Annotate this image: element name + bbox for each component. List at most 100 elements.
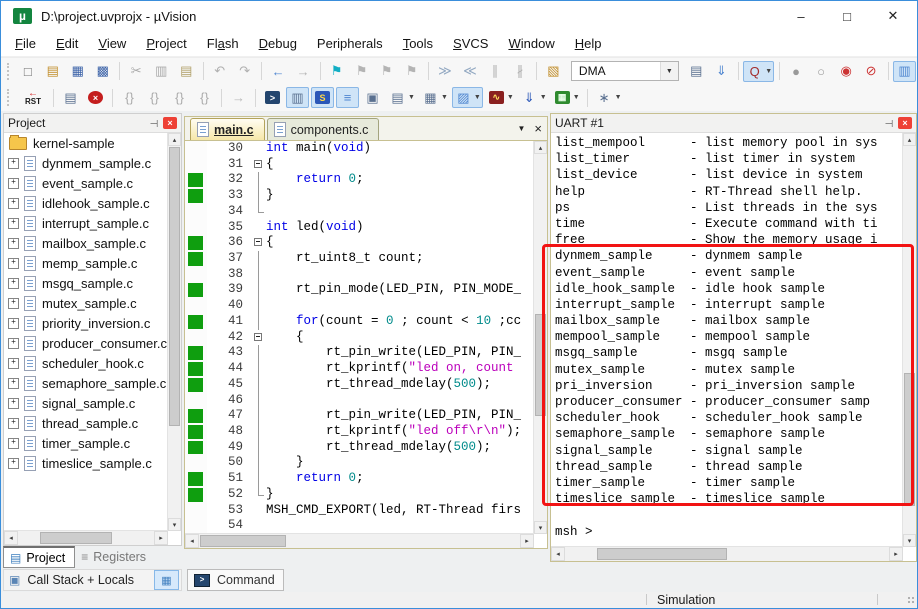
next-statement-icon[interactable]: → [227,87,250,108]
chevron-down-icon[interactable]: ▼ [441,94,448,101]
scroll-left-icon[interactable]: ◂ [551,547,565,561]
system-viewer-icon[interactable]: ▦ ▼ [551,87,582,108]
callstack-window-icon[interactable]: ▣ [361,87,384,108]
menu-item-peripherals[interactable]: Peripherals [307,33,393,54]
close-icon[interactable]: × [898,117,912,129]
scroll-down-icon[interactable]: ▾ [534,521,547,534]
new-file-icon[interactable]: □ [16,61,39,82]
maximize-button[interactable]: □ [824,1,870,31]
scroll-down-icon[interactable]: ▾ [903,534,916,547]
comment-icon[interactable]: ∥ [483,61,506,82]
chevron-down-icon[interactable]: ▼ [573,94,580,101]
find-in-files-icon[interactable]: ⇓ [710,61,733,82]
menu-item-window[interactable]: Window [498,33,564,54]
expand-icon[interactable]: + [8,457,19,469]
toolbar-grip[interactable] [7,62,10,80]
expand-icon[interactable]: + [8,357,19,369]
scroll-down-icon[interactable]: ▾ [168,518,181,531]
memory-window-icon[interactable]: ▦ ▼ [419,87,450,108]
scroll-up-icon[interactable]: ▴ [168,133,181,146]
trace-window-icon[interactable]: ⇓ ▼ [518,87,549,108]
breakpoint-remove-icon[interactable]: ○ [810,61,833,82]
tree-item[interactable]: + semaphore_sample.c [4,373,168,393]
command-tab[interactable]: > Command [187,569,284,591]
minimize-button[interactable]: – [778,1,824,31]
menu-item-view[interactable]: View [88,33,136,54]
tree-item[interactable]: + producer_consumer.c [4,333,168,353]
expand-icon[interactable]: + [8,177,19,189]
close-button[interactable]: ✕ [870,1,916,31]
tree-item[interactable]: + thread_sample.c [4,413,168,433]
tree-item[interactable]: + priority_inversion.c [4,313,168,333]
tree-item[interactable]: + timer_sample.c [4,433,168,453]
scroll-thumb[interactable] [597,548,727,560]
menu-item-tools[interactable]: Tools [393,33,443,54]
analysis-window-icon[interactable]: ∿ ▼ [485,87,516,108]
scroll-right-icon[interactable]: ▸ [520,534,534,548]
breakpoint-enable-icon[interactable]: ◉ [835,61,858,82]
resize-grip[interactable] [908,597,916,605]
tree-item[interactable]: + timeslice_sample.c [4,453,168,473]
flash-download-icon[interactable]: ▧ [542,61,565,82]
step-over-icon[interactable]: {} [143,87,166,108]
chevron-down-icon[interactable]: ▼ [615,94,622,101]
bookmark-toggle-icon[interactable]: ⚑ [325,61,348,82]
tab-project[interactable]: ▤ Project [3,546,76,568]
run-to-line-icon[interactable]: ▤ [59,87,82,108]
chevron-down-icon[interactable]: ▼ [659,62,678,80]
reset-cpu-button[interactable]: ← RST [20,87,46,109]
expand-icon[interactable]: + [8,437,19,449]
symbols-window-icon[interactable]: S [311,87,334,108]
tree-item[interactable]: + dynmem_sample.c [4,153,168,173]
uncomment-icon[interactable]: ∦ [508,61,531,82]
expand-icon[interactable]: + [8,217,19,229]
editor-hscrollbar[interactable]: ◂ ▸ [185,533,534,548]
target-select[interactable]: DMA ▼ [570,61,679,81]
paste-icon[interactable]: ▤ [175,61,198,82]
scroll-right-icon[interactable]: ▸ [889,547,903,561]
expand-icon[interactable]: + [8,277,19,289]
editor-tab-main-c[interactable]: main.c [190,118,265,140]
tree-item[interactable]: + signal_sample.c [4,393,168,413]
copy-icon[interactable]: ▥ [150,61,173,82]
cut-icon[interactable]: ✂ [125,61,148,82]
menu-item-help[interactable]: Help [565,33,612,54]
serial-window-icon[interactable]: ▨ ▼ [451,87,483,108]
breakpoint-insert-icon[interactable]: ● [785,61,808,82]
tree-item[interactable]: + idlehook_sample.c [4,193,168,213]
pin-icon[interactable]: ⊤ [148,117,159,129]
stop-icon[interactable]: × [84,87,107,108]
redo-icon[interactable]: ↷ [233,61,256,82]
chevron-down-icon[interactable]: ▼ [408,94,415,101]
step-out-icon[interactable]: {} [168,87,191,108]
expand-icon[interactable]: + [8,197,19,209]
scroll-right-icon[interactable]: ▸ [154,531,168,545]
scroll-up-icon[interactable]: ▴ [903,133,916,146]
navigate-forward-icon[interactable]: → [292,61,315,82]
code-editor[interactable]: 30 int main(void) 31{32 return 0; 33} 34 35 in… [185,141,534,534]
uart-hscrollbar[interactable]: ◂ ▸ [551,546,903,561]
step-icon[interactable]: {} [118,87,141,108]
tree-item[interactable]: + scheduler_hook.c [4,353,168,373]
scroll-left-icon[interactable]: ◂ [4,531,18,545]
editor-tab-components-c[interactable]: components.c [266,118,380,140]
scroll-thumb[interactable] [169,147,180,426]
save-all-icon[interactable]: ▩ [91,61,114,82]
menu-item-project[interactable]: Project [136,33,196,54]
indent-icon[interactable]: ≫ [433,61,456,82]
expand-icon[interactable]: + [8,377,19,389]
tree-item[interactable]: + interrupt_sample.c [4,213,168,233]
open-file-icon[interactable]: ▤ [41,61,64,82]
fold-marker[interactable] [252,157,266,173]
callstack-bar[interactable]: ▣ Call Stack + Locals ▦ [3,569,182,591]
expand-icon[interactable]: + [8,157,19,169]
expand-icon[interactable]: + [8,337,19,349]
fold-marker[interactable] [252,235,266,251]
menu-item-edit[interactable]: Edit [46,33,88,54]
registers-window-icon[interactable]: ≡ [336,87,359,108]
scroll-thumb[interactable] [200,535,286,547]
expand-icon[interactable]: + [8,417,19,429]
outdent-icon[interactable]: ≪ [458,61,481,82]
tree-item[interactable]: + event_sample.c [4,173,168,193]
tree-item[interactable]: + memp_sample.c [4,253,168,273]
